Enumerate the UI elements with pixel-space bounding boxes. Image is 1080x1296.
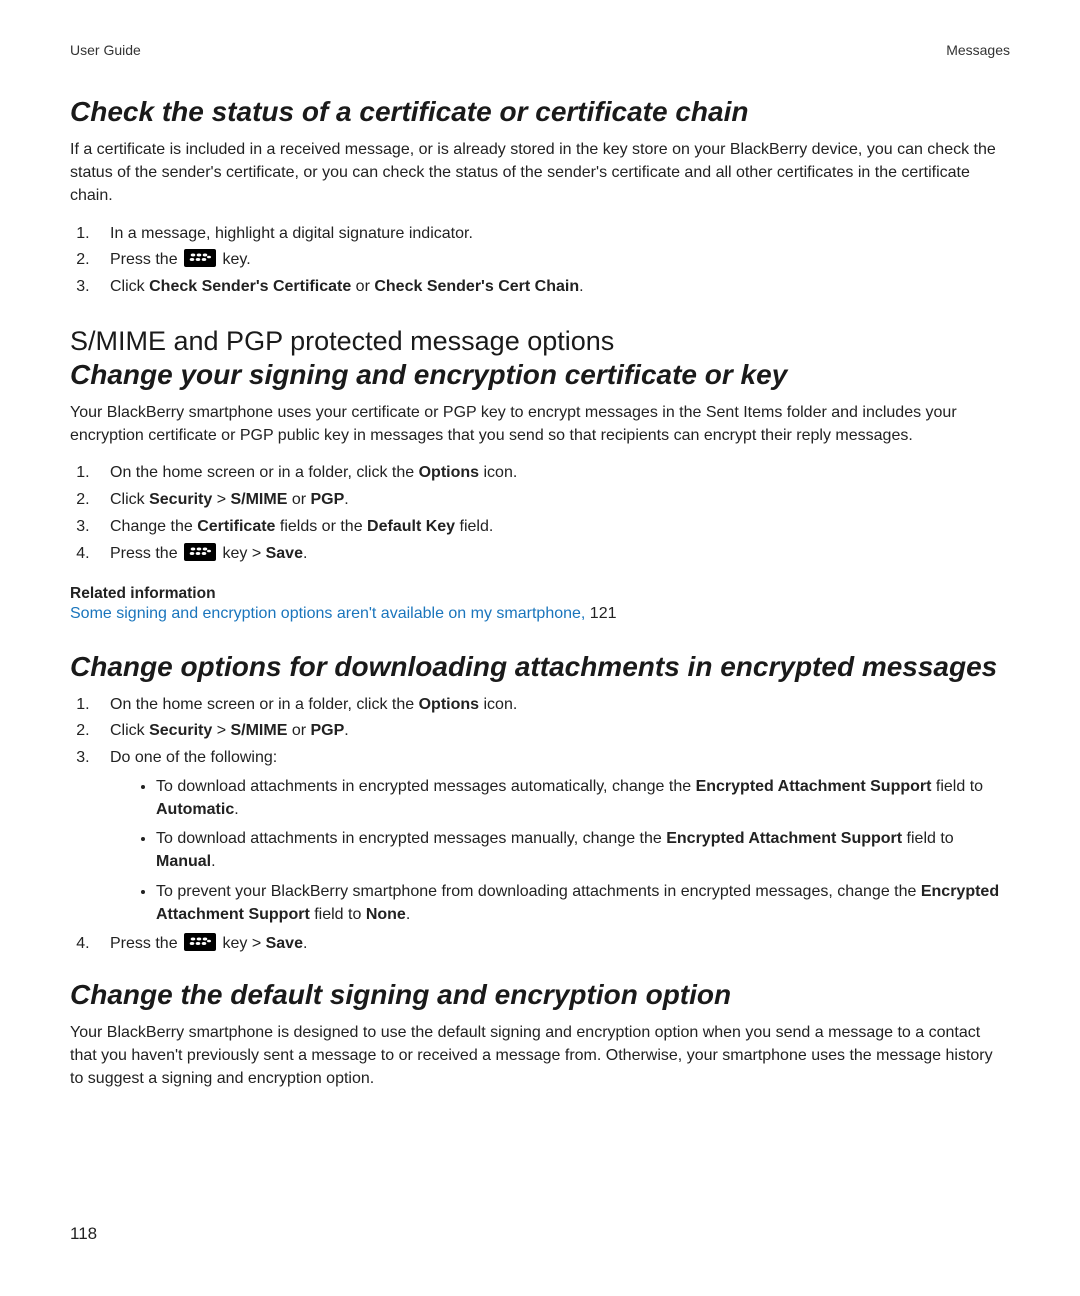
bullet: To prevent your BlackBerry smartphone fr…: [156, 880, 1010, 926]
step: Click Security > S/MIME or PGP.: [94, 719, 1010, 744]
bullet: To download attachments in encrypted mes…: [156, 775, 1010, 821]
related-info-line: Some signing and encryption options aren…: [70, 605, 1010, 623]
heading-change-default-signing: Change the default signing and encryptio…: [70, 979, 1010, 1011]
step: On the home screen or in a folder, click…: [94, 461, 1010, 486]
page-number: 118: [70, 1224, 97, 1244]
steps-change-signing: On the home screen or in a folder, click…: [70, 461, 1010, 566]
header-right: Messages: [946, 42, 1010, 58]
heading-smime-pgp-options: S/MIME and PGP protected message options: [70, 326, 1010, 357]
heading-change-download-options: Change options for downloading attachmen…: [70, 651, 1010, 683]
step: Click Security > S/MIME or PGP.: [94, 488, 1010, 513]
steps-check-cert: In a message, highlight a digital signat…: [70, 222, 1010, 300]
document-page: User Guide Messages Check the status of …: [0, 0, 1080, 1296]
steps-download-options: On the home screen or in a folder, click…: [70, 693, 1010, 957]
step: On the home screen or in a folder, click…: [94, 693, 1010, 718]
related-info-heading: Related information: [70, 585, 1010, 603]
bullet-list: To download attachments in encrypted mes…: [110, 775, 1010, 926]
step: Press the key.: [94, 248, 1010, 273]
related-link[interactable]: Some signing and encryption options aren…: [70, 605, 585, 622]
para-check-cert: If a certificate is included in a receiv…: [70, 138, 1010, 208]
para-change-signing: Your BlackBerry smartphone uses your cer…: [70, 401, 1010, 447]
header-left: User Guide: [70, 42, 141, 58]
para-default-signing: Your BlackBerry smartphone is designed t…: [70, 1021, 1010, 1091]
step: Do one of the following: To download att…: [94, 746, 1010, 926]
blackberry-key-icon: [184, 933, 216, 951]
page-header: User Guide Messages: [70, 42, 1010, 58]
step: Click Check Sender's Certificate or Chec…: [94, 275, 1010, 300]
bullet: To download attachments in encrypted mes…: [156, 827, 1010, 873]
blackberry-key-icon: [184, 543, 216, 561]
heading-check-cert-status: Check the status of a certificate or cer…: [70, 96, 1010, 128]
step: Press the key > Save.: [94, 932, 1010, 957]
step: Change the Certificate fields or the Def…: [94, 515, 1010, 540]
blackberry-key-icon: [184, 249, 216, 267]
heading-change-signing-cert: Change your signing and encryption certi…: [70, 359, 1010, 391]
step: In a message, highlight a digital signat…: [94, 222, 1010, 247]
step: Press the key > Save.: [94, 542, 1010, 567]
